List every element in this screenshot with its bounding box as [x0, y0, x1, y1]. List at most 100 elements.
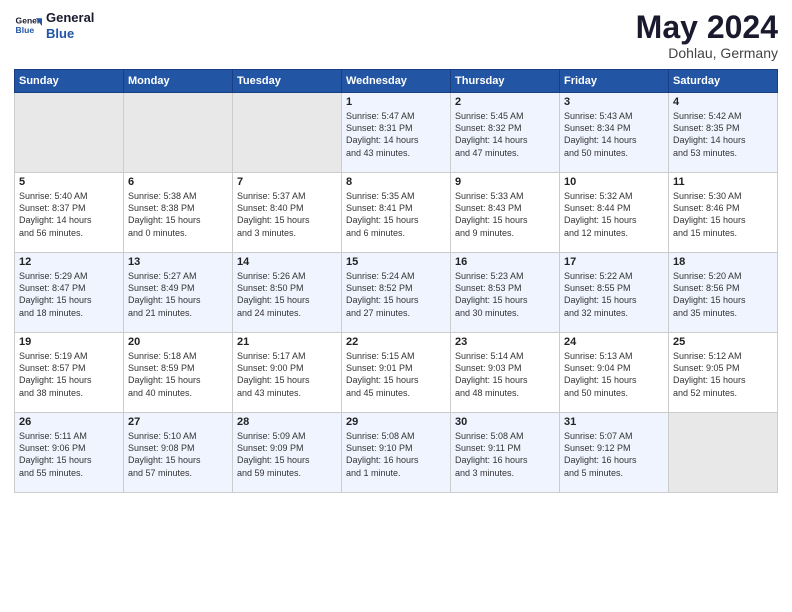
logo-general: General	[46, 10, 94, 26]
cell-content: Sunrise: 5:11 AMSunset: 9:06 PMDaylight:…	[19, 430, 119, 479]
day-number: 13	[128, 256, 228, 268]
day-number: 26	[19, 416, 119, 428]
header: General Blue General Blue May 2024 Dohla…	[14, 10, 778, 61]
calendar-cell: 26 Sunrise: 5:11 AMSunset: 9:06 PMDayligh…	[15, 413, 124, 493]
day-number: 6	[128, 176, 228, 188]
calendar-cell: 7 Sunrise: 5:37 AMSunset: 8:40 PMDaylight…	[233, 173, 342, 253]
calendar-cell: 23 Sunrise: 5:14 AMSunset: 9:03 PMDayligh…	[451, 333, 560, 413]
calendar-cell: 16 Sunrise: 5:23 AMSunset: 8:53 PMDayligh…	[451, 253, 560, 333]
day-number: 10	[564, 176, 664, 188]
cell-content: Sunrise: 5:29 AMSunset: 8:47 PMDaylight:…	[19, 270, 119, 319]
calendar-cell: 8Sunrise: 5:35 AMSunset: 8:41 PMDaylight…	[342, 173, 451, 253]
day-number: 18	[673, 256, 773, 268]
calendar-cell: 27 Sunrise: 5:10 AMSunset: 9:08 PMDayligh…	[124, 413, 233, 493]
calendar-cell: 28Sunrise: 5:09 AMSunset: 9:09 PMDayligh…	[233, 413, 342, 493]
title-section: May 2024 Dohlau, Germany	[636, 10, 778, 61]
calendar-cell: 24Sunrise: 5:13 AMSunset: 9:04 PMDayligh…	[560, 333, 669, 413]
weekday-header-wednesday: Wednesday	[342, 70, 451, 93]
calendar-cell	[15, 93, 124, 173]
cell-content: Sunrise: 5:23 AMSunset: 8:53 PMDaylight:…	[455, 270, 555, 319]
calendar-cell: 29 Sunrise: 5:08 AMSunset: 9:10 PMDayligh…	[342, 413, 451, 493]
logo-blue: Blue	[46, 26, 94, 42]
cell-content: Sunrise: 5:19 AMSunset: 8:57 PMDaylight:…	[19, 350, 119, 399]
day-number: 3	[564, 96, 664, 108]
cell-content: Sunrise: 5:33 AMSunset: 8:43 PMDaylight:…	[455, 190, 555, 239]
day-number: 25	[673, 336, 773, 348]
calendar-cell: 25 Sunrise: 5:12 AMSunset: 9:05 PMDayligh…	[669, 333, 778, 413]
cell-content: Sunrise: 5:30 AMSunset: 8:46 PMDaylight:…	[673, 190, 773, 239]
cell-content: Sunrise: 5:07 AMSunset: 9:12 PMDaylight:…	[564, 430, 664, 479]
week-row-1: 1 Sunrise: 5:47 AMSunset: 8:31 PMDaylight…	[15, 93, 778, 173]
day-number: 11	[673, 176, 773, 188]
cell-content: Sunrise: 5:32 AMSunset: 8:44 PMDaylight:…	[564, 190, 664, 239]
cell-content: Sunrise: 5:17 AMSunset: 9:00 PMDaylight:…	[237, 350, 337, 399]
day-number: 2	[455, 96, 555, 108]
week-row-5: 26 Sunrise: 5:11 AMSunset: 9:06 PMDayligh…	[15, 413, 778, 493]
cell-content: Sunrise: 5:24 AMSunset: 8:52 PMDaylight:…	[346, 270, 446, 319]
calendar-cell: 21 Sunrise: 5:17 AMSunset: 9:00 PMDayligh…	[233, 333, 342, 413]
calendar-cell: 9 Sunrise: 5:33 AMSunset: 8:43 PMDaylight…	[451, 173, 560, 253]
logo: General Blue General Blue	[14, 10, 94, 41]
main-container: General Blue General Blue May 2024 Dohla…	[0, 0, 792, 503]
svg-text:Blue: Blue	[16, 25, 35, 35]
day-number: 4	[673, 96, 773, 108]
day-number: 23	[455, 336, 555, 348]
day-number: 9	[455, 176, 555, 188]
calendar-cell: 18Sunrise: 5:20 AMSunset: 8:56 PMDayligh…	[669, 253, 778, 333]
cell-content: Sunrise: 5:35 AMSunset: 8:41 PMDaylight:…	[346, 190, 446, 239]
week-row-2: 5Sunrise: 5:40 AMSunset: 8:37 PMDaylight…	[15, 173, 778, 253]
cell-content: Sunrise: 5:15 AMSunset: 9:01 PMDaylight:…	[346, 350, 446, 399]
day-number: 17	[564, 256, 664, 268]
calendar-cell: 1 Sunrise: 5:47 AMSunset: 8:31 PMDaylight…	[342, 93, 451, 173]
cell-content: Sunrise: 5:27 AMSunset: 8:49 PMDaylight:…	[128, 270, 228, 319]
calendar-table: SundayMondayTuesdayWednesdayThursdayFrid…	[14, 69, 778, 493]
cell-content: Sunrise: 5:45 AMSunset: 8:32 PMDaylight:…	[455, 110, 555, 159]
cell-content: Sunrise: 5:12 AMSunset: 9:05 PMDaylight:…	[673, 350, 773, 399]
calendar-title: May 2024	[636, 10, 778, 45]
day-number: 1	[346, 96, 446, 108]
calendar-cell: 4 Sunrise: 5:42 AMSunset: 8:35 PMDaylight…	[669, 93, 778, 173]
day-number: 21	[237, 336, 337, 348]
calendar-cell: 2 Sunrise: 5:45 AMSunset: 8:32 PMDaylight…	[451, 93, 560, 173]
week-row-3: 12Sunrise: 5:29 AMSunset: 8:47 PMDayligh…	[15, 253, 778, 333]
day-number: 5	[19, 176, 119, 188]
cell-content: Sunrise: 5:47 AMSunset: 8:31 PMDaylight:…	[346, 110, 446, 159]
day-number: 27	[128, 416, 228, 428]
weekday-header-friday: Friday	[560, 70, 669, 93]
day-number: 16	[455, 256, 555, 268]
calendar-subtitle: Dohlau, Germany	[636, 45, 778, 61]
cell-content: Sunrise: 5:18 AMSunset: 8:59 PMDaylight:…	[128, 350, 228, 399]
cell-content: Sunrise: 5:38 AMSunset: 8:38 PMDaylight:…	[128, 190, 228, 239]
cell-content: Sunrise: 5:09 AMSunset: 9:09 PMDaylight:…	[237, 430, 337, 479]
calendar-cell: 12Sunrise: 5:29 AMSunset: 8:47 PMDayligh…	[15, 253, 124, 333]
cell-content: Sunrise: 5:37 AMSunset: 8:40 PMDaylight:…	[237, 190, 337, 239]
day-number: 20	[128, 336, 228, 348]
calendar-cell: 11 Sunrise: 5:30 AMSunset: 8:46 PMDayligh…	[669, 173, 778, 253]
day-number: 15	[346, 256, 446, 268]
week-row-4: 19 Sunrise: 5:19 AMSunset: 8:57 PMDayligh…	[15, 333, 778, 413]
cell-content: Sunrise: 5:10 AMSunset: 9:08 PMDaylight:…	[128, 430, 228, 479]
day-number: 29	[346, 416, 446, 428]
calendar-cell: 20 Sunrise: 5:18 AMSunset: 8:59 PMDayligh…	[124, 333, 233, 413]
calendar-cell: 5Sunrise: 5:40 AMSunset: 8:37 PMDaylight…	[15, 173, 124, 253]
cell-content: Sunrise: 5:08 AMSunset: 9:10 PMDaylight:…	[346, 430, 446, 479]
weekday-header-row: SundayMondayTuesdayWednesdayThursdayFrid…	[15, 70, 778, 93]
calendar-cell: 3Sunrise: 5:43 AMSunset: 8:34 PMDaylight…	[560, 93, 669, 173]
calendar-cell: 10 Sunrise: 5:32 AMSunset: 8:44 PMDayligh…	[560, 173, 669, 253]
calendar-cell: 6 Sunrise: 5:38 AMSunset: 8:38 PMDaylight…	[124, 173, 233, 253]
cell-content: Sunrise: 5:42 AMSunset: 8:35 PMDaylight:…	[673, 110, 773, 159]
day-number: 31	[564, 416, 664, 428]
calendar-cell	[124, 93, 233, 173]
calendar-cell: 31 Sunrise: 5:07 AMSunset: 9:12 PMDayligh…	[560, 413, 669, 493]
weekday-header-saturday: Saturday	[669, 70, 778, 93]
weekday-header-thursday: Thursday	[451, 70, 560, 93]
calendar-cell: 17Sunrise: 5:22 AMSunset: 8:55 PMDayligh…	[560, 253, 669, 333]
day-number: 22	[346, 336, 446, 348]
day-number: 14	[237, 256, 337, 268]
calendar-cell: 30Sunrise: 5:08 AMSunset: 9:11 PMDayligh…	[451, 413, 560, 493]
calendar-cell: 13 Sunrise: 5:27 AMSunset: 8:49 PMDayligh…	[124, 253, 233, 333]
cell-content: Sunrise: 5:14 AMSunset: 9:03 PMDaylight:…	[455, 350, 555, 399]
day-number: 19	[19, 336, 119, 348]
day-number: 7	[237, 176, 337, 188]
logo-icon: General Blue	[14, 12, 42, 40]
